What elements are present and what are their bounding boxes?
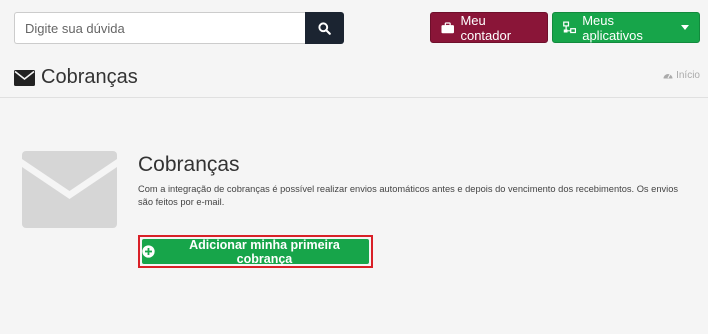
- meu-contador-button[interactable]: Meu contador: [430, 12, 548, 43]
- page-title-text: Cobranças: [41, 66, 138, 88]
- envelope-icon: [22, 151, 117, 228]
- dashboard-icon: [663, 74, 673, 79]
- briefcase-icon: [441, 21, 454, 33]
- sitemap-icon: [563, 21, 577, 34]
- add-first-cobranca-label: Adicionar minha primeira cobrança: [189, 237, 340, 266]
- envelope-icon: [14, 69, 35, 86]
- page-header: Cobranças Início: [0, 60, 708, 98]
- search-icon: [318, 21, 331, 35]
- page-title: Cobranças: [14, 66, 138, 89]
- breadcrumb-home-link[interactable]: Início: [676, 70, 700, 81]
- meus-aplicativos-button[interactable]: Meus aplicativos: [552, 12, 700, 43]
- empty-state-description: Com a integração de cobranças é possível…: [138, 184, 679, 207]
- empty-state-title: Cobranças: [138, 153, 240, 176]
- cta-highlight: Adicionar minha primeira cobrança: [138, 235, 373, 268]
- plus-circle-icon: [142, 245, 155, 258]
- meus-aplicativos-label: Meus aplicativos: [582, 12, 643, 43]
- search-button[interactable]: [305, 12, 344, 44]
- search-bar: [14, 12, 344, 44]
- breadcrumb[interactable]: Início: [663, 70, 700, 81]
- caret-down-icon: [681, 25, 689, 30]
- meu-contador-label: Meu contador: [460, 12, 512, 43]
- search-input[interactable]: [14, 12, 305, 44]
- add-first-cobranca-button[interactable]: Adicionar minha primeira cobrança: [142, 237, 369, 266]
